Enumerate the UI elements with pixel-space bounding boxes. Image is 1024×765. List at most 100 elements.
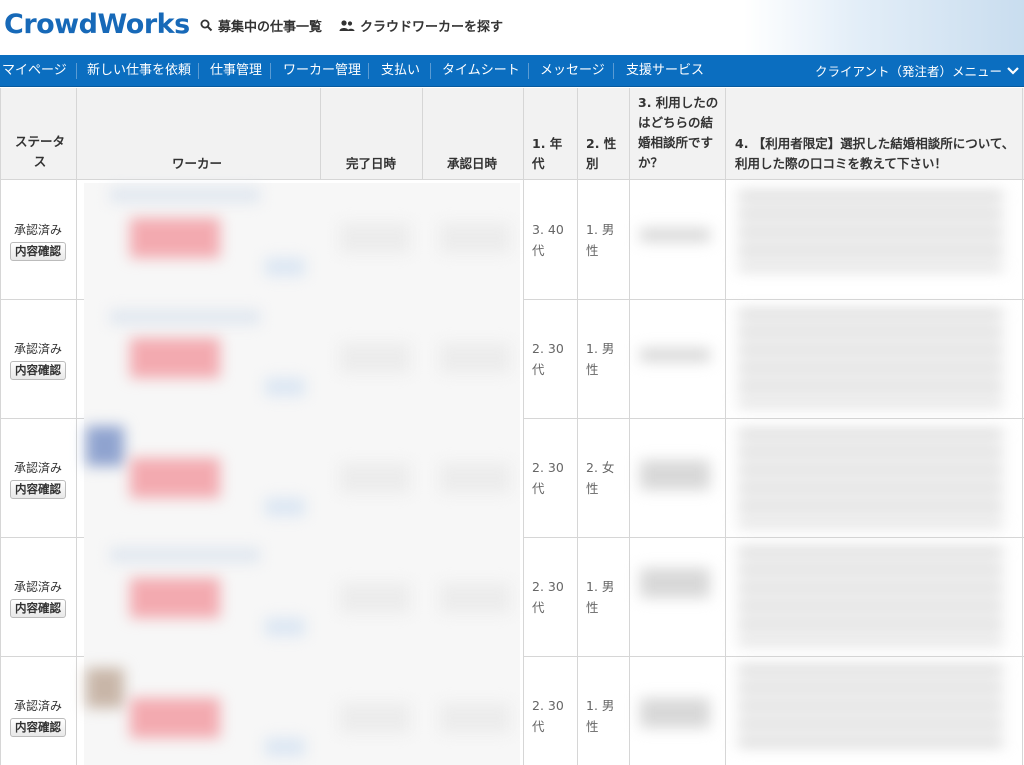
review-button[interactable]: 内容確認	[10, 242, 66, 261]
age-cell: 2. 30代	[532, 460, 564, 496]
nav-mypage[interactable]: マイページ	[2, 55, 67, 87]
header-age: 1. 年代	[532, 136, 563, 171]
status-badge: 承認済み	[13, 699, 62, 713]
site-header: CrowdWorks 募集中の仕事一覧 クラウドワーカーを探す	[0, 0, 1024, 55]
status-cell: 承認済み 内容確認	[0, 340, 76, 380]
column-divider	[1022, 88, 1023, 765]
find-workers-link[interactable]: クラウドワーカーを探す	[339, 16, 503, 35]
nav-worker-management[interactable]: ワーカー管理	[283, 55, 361, 87]
nav-divider	[430, 63, 431, 79]
redacted-date	[340, 583, 410, 613]
header-completed-date: 完了日時	[346, 156, 397, 171]
gender-cell: 1. 男性	[586, 341, 615, 377]
review-button[interactable]: 内容確認	[10, 361, 66, 380]
job-search-link[interactable]: 募集中の仕事一覧	[200, 16, 322, 35]
job-search-label: 募集中の仕事一覧	[218, 20, 323, 35]
status-cell: 承認済み 内容確認	[0, 697, 76, 737]
client-menu[interactable]: クライアント（発注者）メニュー	[815, 55, 1020, 87]
redacted-q3-answer	[640, 460, 710, 490]
nav-job-management[interactable]: 仕事管理	[210, 55, 262, 87]
header-status: ステータス	[14, 134, 65, 169]
redacted-q3-answer	[640, 348, 710, 362]
redacted-worker-name	[130, 218, 220, 258]
nav-messages[interactable]: メッセージ	[540, 55, 605, 87]
age-cell: 2. 30代	[532, 341, 564, 377]
redacted-worker-name	[130, 458, 220, 498]
redacted-date	[340, 223, 410, 253]
column-divider	[629, 88, 630, 765]
redacted-worker-meta	[265, 618, 305, 636]
redacted-worker-id	[110, 188, 260, 202]
status-cell: 承認済み 内容確認	[0, 221, 76, 261]
nav-new-job[interactable]: 新しい仕事を依頼	[87, 55, 191, 87]
header-q3: 3. 利用したのはどちらの結婚相談所ですか？	[638, 95, 719, 170]
gender-cell: 1. 男性	[586, 222, 615, 258]
search-icon	[200, 19, 213, 32]
redacted-q4-answer	[738, 548, 1003, 644]
status-cell: 承認済み 内容確認	[0, 578, 76, 618]
gender-cell: 1. 男性	[586, 579, 615, 615]
review-button[interactable]: 内容確認	[10, 480, 66, 499]
redacted-avatar	[86, 426, 124, 466]
header-decoration	[744, 0, 1024, 55]
chevron-down-icon	[1007, 67, 1019, 75]
row-divider	[0, 537, 84, 538]
redacted-worker-name	[130, 578, 220, 618]
redacted-q4-answer	[738, 666, 1003, 756]
redacted-date	[440, 703, 510, 733]
age-cell: 3. 40代	[532, 222, 564, 258]
redacted-date	[440, 223, 510, 253]
submissions-table: ステータス ワーカー 完了日時 承認日時 1. 年代 2. 性別 3. 利用した…	[0, 88, 1024, 765]
nav-divider	[528, 63, 529, 79]
header-worker: ワーカー	[172, 156, 223, 171]
redacted-worker-meta	[265, 498, 305, 516]
redacted-worker-meta	[265, 738, 305, 756]
row-divider	[523, 418, 1024, 419]
redacted-q4-answer	[738, 192, 1003, 270]
age-cell: 2. 30代	[532, 698, 564, 734]
nav-divider	[270, 63, 271, 79]
main-navigation: マイページ 新しい仕事を依頼 仕事管理 ワーカー管理 支払い タイムシート メッ…	[0, 49, 1024, 87]
column-divider	[577, 88, 578, 765]
redacted-worker-id	[110, 310, 260, 324]
redacted-q3-answer	[640, 568, 710, 598]
status-cell: 承認済み 内容確認	[0, 459, 76, 499]
nav-divider	[198, 63, 199, 79]
redacted-date	[440, 343, 510, 373]
gender-cell: 1. 男性	[586, 698, 615, 734]
nav-divider	[613, 63, 614, 79]
redacted-date	[440, 463, 510, 493]
header-gender: 2. 性別	[586, 136, 617, 171]
nav-timesheet[interactable]: タイムシート	[442, 55, 520, 87]
status-badge: 承認済み	[13, 580, 62, 594]
column-divider	[76, 88, 77, 765]
column-divider	[0, 88, 1, 765]
find-workers-label: クラウドワーカーを探す	[360, 20, 504, 35]
redacted-worker-name	[130, 698, 220, 738]
redacted-date	[340, 703, 410, 733]
row-divider	[523, 299, 1024, 300]
row-divider	[0, 656, 84, 657]
gender-cell: 2. 女性	[586, 460, 615, 496]
redacted-worker-meta	[265, 378, 305, 396]
column-divider	[523, 88, 524, 765]
nav-divider	[368, 63, 369, 79]
redacted-q3-answer	[640, 698, 710, 728]
redacted-avatar	[86, 668, 124, 708]
row-divider	[523, 656, 1024, 657]
row-divider	[0, 299, 84, 300]
redacted-q4-answer	[738, 310, 1003, 406]
review-button[interactable]: 内容確認	[10, 718, 66, 737]
header-q4: 4. 【利用者限定】選択した結婚相談所について、利用した際の口コミを教えて下さい…	[735, 136, 1015, 171]
review-button[interactable]: 内容確認	[10, 599, 66, 618]
status-badge: 承認済み	[13, 223, 62, 237]
people-icon	[339, 20, 355, 31]
nav-payment[interactable]: 支払い	[381, 55, 420, 87]
column-divider	[320, 88, 321, 180]
column-divider	[422, 88, 423, 180]
crowdworks-logo[interactable]: CrowdWorks	[4, 9, 190, 40]
nav-support-services[interactable]: 支援サービス	[626, 55, 704, 87]
redacted-q3-answer	[640, 228, 710, 242]
age-cell: 2. 30代	[532, 579, 564, 615]
redacted-q4-answer	[738, 430, 1003, 526]
